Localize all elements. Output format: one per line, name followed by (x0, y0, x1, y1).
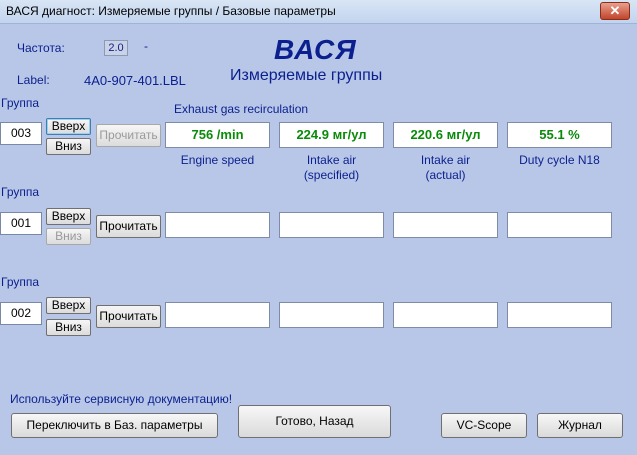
service-note: Используйте сервисную документацию! (10, 392, 233, 406)
group-1-section-title: Exhaust gas recirculation (174, 102, 309, 116)
group-3-field-3 (393, 302, 498, 328)
window-titlebar: ВАСЯ диагност: Измеряемые группы / Базов… (0, 0, 637, 24)
group-2-label: Группа (1, 185, 40, 199)
group-1-field-3: 220.6 мг/ул (393, 122, 498, 148)
field-3-caption-line2: (actual) (425, 168, 466, 182)
field-3-caption: Intake air (actual) (393, 153, 498, 183)
group-1-up-button[interactable]: Вверх (46, 118, 91, 135)
group-3-label: Группа (1, 275, 40, 289)
field-3-caption-line1: Intake air (420, 153, 471, 167)
group-2-field-1 (165, 212, 270, 238)
vc-scope-button[interactable]: VC-Scope (441, 413, 527, 438)
switch-basic-params-button[interactable]: Переключить в Баз. параметры (11, 413, 218, 438)
group-2-field-4 (507, 212, 612, 238)
group-3-field-2 (279, 302, 384, 328)
group-2-read-button[interactable]: Прочитать (96, 215, 161, 238)
main-panel: Частота: 2.0 - Label: 4A0-907-401.LBL ВА… (0, 24, 637, 455)
close-button[interactable]: ✕ (600, 2, 630, 20)
group-2-field-3 (393, 212, 498, 238)
app-title: ВАСЯ (274, 34, 357, 65)
app-subtitle: Измеряемые группы (230, 67, 383, 84)
field-1-caption: Engine speed (165, 153, 270, 168)
group-3-number-input[interactable]: 002 (0, 302, 42, 325)
journal-button[interactable]: Журнал (537, 413, 623, 438)
group-2-down-button[interactable]: Вниз (46, 228, 91, 245)
group-2-number-input[interactable]: 001 (0, 212, 42, 235)
group-3-field-1 (165, 302, 270, 328)
group-1-read-button[interactable]: Прочитать (96, 124, 161, 147)
group-3-field-4 (507, 302, 612, 328)
field-2-caption-line2: (specified) (303, 168, 360, 182)
group-1-field-2: 224.9 мг/ул (279, 122, 384, 148)
frequency-dash: - (144, 39, 148, 53)
label-label: Label: (17, 73, 50, 87)
group-2-up-button[interactable]: Вверх (46, 208, 91, 225)
group-1-label: Группа (1, 96, 40, 110)
group-1-number-input[interactable]: 003 (0, 122, 42, 145)
field-4-caption: Duty cycle N18 (507, 153, 612, 168)
group-2-field-2 (279, 212, 384, 238)
group-1-field-4: 55.1 % (507, 122, 612, 148)
label-file: 4A0-907-401.LBL (84, 73, 186, 88)
group-3-read-button[interactable]: Прочитать (96, 305, 161, 328)
field-1-caption-line1: Engine speed (180, 153, 255, 167)
group-3-down-button[interactable]: Вниз (46, 319, 91, 336)
group-1-down-button[interactable]: Вниз (46, 138, 91, 155)
frequency-label: Частота: (17, 41, 65, 55)
group-1-field-1: 756 /min (165, 122, 270, 148)
field-2-caption-line1: Intake air (306, 153, 357, 167)
frequency-value: 2.0 (104, 40, 128, 56)
field-4-caption-line1: Duty cycle N18 (519, 153, 600, 167)
field-2-caption: Intake air (specified) (279, 153, 384, 183)
group-3-up-button[interactable]: Вверх (46, 297, 91, 314)
done-back-button[interactable]: Готово, Назад (238, 405, 391, 438)
window-title: ВАСЯ диагност: Измеряемые группы / Базов… (6, 4, 336, 18)
